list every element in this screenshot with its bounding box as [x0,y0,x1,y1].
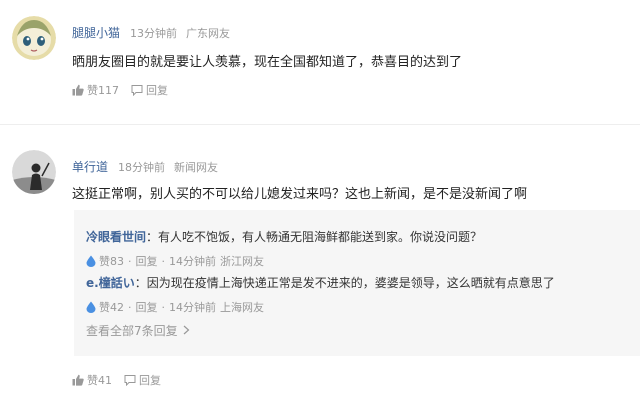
chat-bubble-icon [124,375,136,386]
comment-location: 广东网友 [186,27,230,40]
separator: · [128,254,132,268]
cartoon-girl-avatar-icon [12,16,56,60]
like-count: 赞117 [87,84,119,97]
silhouette-avatar-icon [12,150,56,194]
reply-username[interactable]: e.橦話い [86,276,135,290]
comment-actions: 赞117 回复 [72,82,168,98]
comment-location: 新闻网友 [174,161,218,174]
reply-reply-button[interactable]: 回复 [136,299,158,315]
reply-text: ：因为现在疫情上海快递正常是发不进来的，婆婆是领导，这么晒就有点意思了 [134,276,555,290]
thumbs-up-icon [72,374,84,386]
view-all-label: 查看全部7条回复 [86,324,178,338]
comment-time: 13分钟前 [130,27,177,40]
reply-content: e.橦話い：因为现在疫情上海快递正常是发不进来的，婆婆是领导，这么晒就有点意思了 [86,274,636,291]
reply-text: ：有人吃不饱饭，有人畅通无阻海鲜都能送到家。你说没问题？ [146,230,483,244]
reply-time: 14分钟前 [169,301,216,314]
reply-location: 上海网友 [220,301,264,314]
reply-label: 回复 [146,84,168,97]
comment-username[interactable]: 腿腿小猫 [72,24,120,41]
reply-button[interactable]: 回复 [124,372,161,388]
water-drop-icon [86,255,96,267]
reply-meta: 赞83 · 回复 · 14分钟前 浙江网友 [86,253,636,269]
water-drop-icon [86,301,96,313]
reply-like-count: 赞42 [99,301,124,314]
like-button[interactable]: 赞41 [72,372,112,388]
chevron-right-icon [184,325,190,335]
reply-button[interactable]: 回复 [131,82,168,98]
reply-like-count: 赞83 [99,255,124,268]
thumbs-up-icon [72,84,84,96]
reply-content: 冷眼看世间：有人吃不饱饭，有人畅通无阻海鲜都能送到家。你说没问题？ [86,228,636,245]
reply-meta: 赞42 · 回复 · 14分钟前 上海网友 [86,299,636,315]
like-button[interactable]: 赞117 [72,82,119,98]
separator: · [161,254,166,268]
reply-time: 14分钟前 [169,255,216,268]
comment-text: 晒朋友圈目的就是要让人羡慕，现在全国都知道了，恭喜目的达到了 [72,55,463,70]
comment-username[interactable]: 单行道 [72,158,108,175]
divider [0,124,640,125]
like-count: 赞41 [87,374,112,387]
reply-location: 浙江网友 [220,255,264,268]
reply-list: 冷眼看世间：有人吃不饱饭，有人畅通无阻海鲜都能送到家。你说没问题？ 赞83 · … [74,210,640,356]
reply-username[interactable]: 冷眼看世间 [86,230,146,244]
avatar[interactable] [12,16,56,60]
reply-reply-button[interactable]: 回复 [136,253,158,269]
comment-time: 18分钟前 [118,161,165,174]
avatar[interactable] [12,150,56,194]
reply-label: 回复 [139,374,161,387]
reply-like-button[interactable]: 赞83 [86,253,124,269]
separator: · [161,300,166,314]
separator: · [128,300,132,314]
view-all-replies-link[interactable]: 查看全部7条回复 [86,322,190,339]
comment-text: 这挺正常啊，别人买的不可以给儿媳发过来吗？这也上新闻，是不是没新闻了啊 [72,187,528,202]
reply-item: 冷眼看世间：有人吃不饱饭，有人畅通无阻海鲜都能送到家。你说没问题？ 赞83 · … [86,228,636,269]
comment-actions: 赞41 回复 [72,372,161,388]
chat-bubble-icon [131,85,143,96]
reply-item: e.橦話い：因为现在疫情上海快递正常是发不进来的，婆婆是领导，这么晒就有点意思了… [86,274,636,315]
reply-like-button[interactable]: 赞42 [86,299,124,315]
